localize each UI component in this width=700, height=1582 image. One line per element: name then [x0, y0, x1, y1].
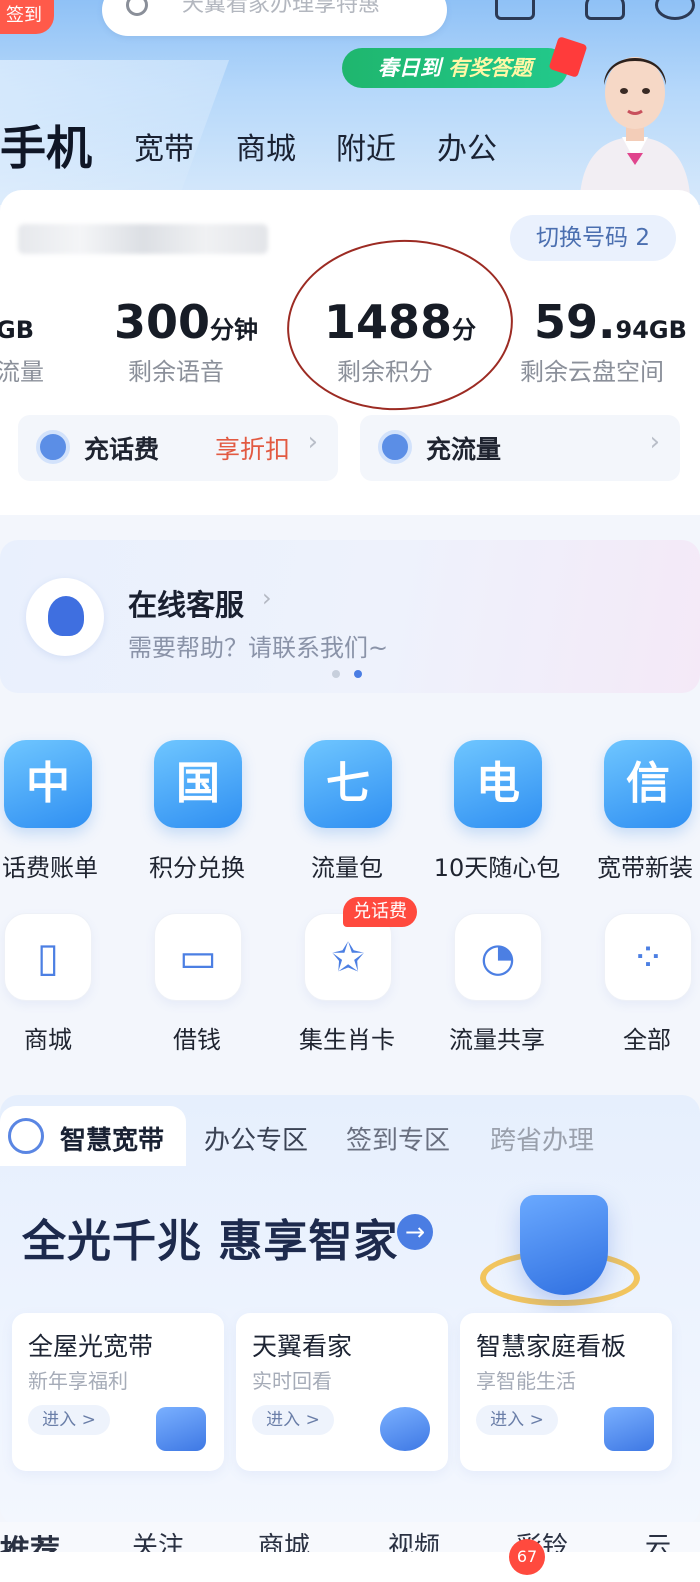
topup-phone-bill-button[interactable]: 充话费 享折扣 › — [18, 415, 338, 481]
wifi-shield-icon — [520, 1195, 608, 1295]
switch-number-button[interactable]: 切换号码 2 — [510, 215, 676, 261]
service-title: 在线客服 — [128, 588, 245, 622]
arrow-right-icon[interactable]: → — [397, 1214, 433, 1250]
chevron-right-icon: › — [649, 427, 660, 457]
new-broadband-icon[interactable]: 信 — [604, 740, 692, 828]
points-exchange-icon[interactable]: 国 — [154, 740, 242, 828]
card-title: 天翼看家 — [252, 1332, 353, 1361]
notification-badge: 67 — [509, 1539, 545, 1575]
ten-day-pack-icon[interactable]: 电 — [454, 740, 542, 828]
stat-cloud-number: 59. — [534, 295, 616, 349]
grid-label-mall[interactable]: 商城 — [0, 1020, 123, 1055]
card-family-dashboard[interactable]: 智慧家庭看板 享智能生活 进入 > — [460, 1313, 672, 1471]
bottom-nav — [0, 1552, 700, 1582]
stat-data-unit: GB — [0, 316, 34, 344]
camera-icon — [380, 1407, 430, 1451]
wifi-router-icon — [156, 1407, 206, 1451]
card-home-camera[interactable]: 天翼看家 实时回看 进入 > — [236, 1313, 448, 1471]
enter-button[interactable]: 进入 > — [252, 1405, 334, 1435]
bill-icon[interactable]: 中 — [4, 740, 92, 828]
card-title: 全屋光宽带 — [28, 1332, 154, 1361]
tab-office[interactable]: 办公 — [437, 124, 497, 168]
grid-label-points[interactable]: 积分兑换 — [122, 848, 272, 883]
grid-label-new-broadband[interactable]: 宽带新装 — [570, 848, 700, 883]
card-subtitle: 实时回看 — [252, 1369, 332, 1393]
carousel-dot — [332, 670, 340, 678]
data-icon — [378, 430, 412, 464]
grid-label-all[interactable]: 全部 — [572, 1020, 700, 1055]
stat-voice-value[interactable]: 300分钟 — [114, 295, 258, 349]
stat-voice-number: 300 — [114, 295, 211, 349]
tab-checkin-zone[interactable]: 签到专区 — [346, 1120, 450, 1157]
broadband-headline[interactable]: 全光千兆 惠享智家 — [22, 1205, 398, 1269]
enter-button[interactable]: 进入 > — [28, 1405, 110, 1435]
search-icon — [126, 0, 148, 16]
dashboard-icon — [604, 1407, 654, 1451]
stat-cloud-value[interactable]: 59.94GB — [534, 295, 687, 349]
card-subtitle: 新年享福利 — [28, 1369, 128, 1393]
grid-label-data-pack[interactable]: 流量包 — [272, 848, 422, 883]
chevron-right-icon: › — [307, 427, 318, 457]
card-subtitle: 享智能生活 — [476, 1369, 576, 1393]
customer-service-icon — [26, 578, 104, 656]
carousel-dot-active — [354, 670, 362, 678]
topup-data-button[interactable]: 充流量 › — [360, 415, 680, 481]
online-service-banner[interactable]: 在线客服 › 需要帮助？请联系我们~ — [0, 540, 700, 693]
promo-banner-text-1: 春日到 — [377, 56, 441, 80]
tab-broadband[interactable]: 宽带 — [134, 124, 194, 168]
tab-nearby[interactable]: 附近 — [336, 124, 396, 168]
grid-label-bill[interactable]: 话费账单 — [0, 848, 125, 883]
message-icon[interactable] — [585, 0, 625, 20]
card-whole-house-broadband[interactable]: 全屋光宽带 新年享福利 进入 > — [12, 1313, 224, 1471]
stat-cloud-label: 剩余云盘空间 — [520, 358, 664, 386]
grid-label-zodiac-card[interactable]: 集生肖卡 — [272, 1020, 422, 1055]
promo-banner[interactable]: 春日到 有奖答题 — [342, 48, 568, 88]
data-pack-icon[interactable]: 七 — [304, 740, 392, 828]
topup-phone-bill-label: 充话费 — [84, 435, 160, 464]
grid-icon[interactable]: ⁘ — [604, 913, 692, 1001]
stat-data-value[interactable]: GB — [0, 295, 34, 349]
tab-office-zone[interactable]: 办公专区 — [204, 1120, 308, 1157]
phone-number-blurred — [18, 224, 268, 254]
scan-icon[interactable] — [495, 0, 535, 20]
tab-smart-broadband[interactable]: 智慧宽带 — [60, 1120, 164, 1157]
stat-data-label: 流量 — [0, 358, 44, 386]
promo-banner-text-2: 有奖答题 — [448, 56, 533, 80]
wallet-icon[interactable]: ▭ — [154, 913, 242, 1001]
tab-mall[interactable]: 商城 — [236, 124, 296, 168]
service-subtitle: 需要帮助？请联系我们~ — [128, 634, 389, 662]
tab-cross-province[interactable]: 跨省办理 — [490, 1120, 594, 1157]
topup-discount-label: 享折扣 — [214, 435, 290, 464]
grid-label-ten-day[interactable]: 10天随心包 — [422, 848, 572, 883]
redeem-badge: 兑话费 — [343, 897, 417, 927]
chevron-right-icon: › — [262, 584, 272, 612]
checkin-badge[interactable]: 签到 — [0, 0, 54, 34]
grid-label-data-share[interactable]: 流量共享 — [422, 1020, 572, 1055]
stat-voice-label: 剩余语音 — [128, 358, 224, 386]
share-icon[interactable]: ◔ — [454, 913, 542, 1001]
stat-voice-unit: 分钟 — [210, 316, 259, 344]
assistant-avatar[interactable] — [570, 25, 700, 195]
enter-button[interactable]: 进入 > — [476, 1405, 558, 1435]
search-placeholder: 天翼看家办理享特惠 — [182, 0, 381, 17]
topup-data-label: 充流量 — [426, 435, 502, 464]
grid-label-loan[interactable]: 借钱 — [122, 1020, 272, 1055]
card-title: 智慧家庭看板 — [476, 1332, 627, 1361]
stat-cloud-unit: 94GB — [615, 316, 687, 344]
phone-icon[interactable]: ▯ — [4, 913, 92, 1001]
router-icon — [8, 1118, 44, 1154]
tab-phone[interactable]: 手机 — [0, 112, 92, 178]
search-bar[interactable]: 天翼看家办理享特惠 — [102, 0, 447, 36]
yuan-icon — [36, 430, 70, 464]
